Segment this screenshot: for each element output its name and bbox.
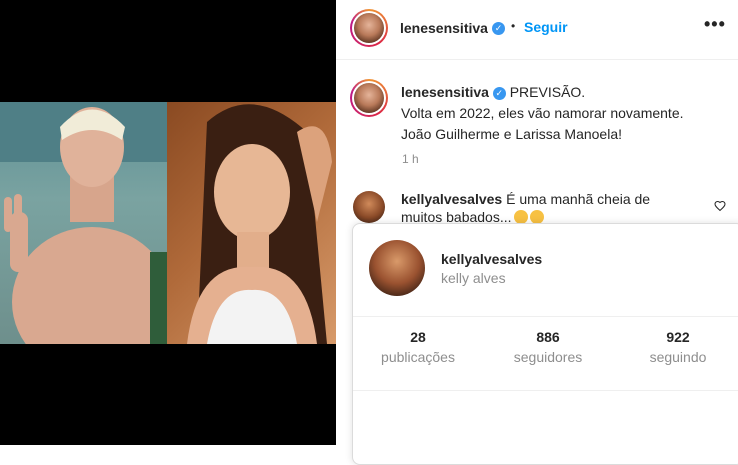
verified-badge-icon: ✓ — [492, 22, 505, 35]
profile-card-divider — [353, 316, 738, 317]
heart-icon[interactable] — [714, 200, 726, 212]
stat-following-label: seguindo — [649, 349, 707, 365]
stat-posts-label: publicações — [381, 349, 455, 365]
post-photo-left — [0, 102, 167, 344]
profile-card-avatar[interactable] — [369, 240, 425, 296]
profile-card-username[interactable]: kellyalvesalves — [441, 251, 542, 267]
caption-line1: PREVISÃO. — [509, 84, 586, 100]
profile-hover-card: kellyalvesalves kelly alves 28 publicaçõ… — [352, 223, 738, 465]
caption: lenesensitiva ✓ PREVISÃO. Volta em 2022,… — [401, 82, 726, 145]
comment-text-line1: É uma manhã cheia de — [506, 191, 651, 207]
comment-avatar[interactable] — [353, 191, 385, 223]
stat-followers-label: seguidores — [513, 349, 583, 365]
post-header: lenesensitiva ✓ • Seguir ••• — [336, 0, 738, 60]
comment: kellyalvesalves É uma manhã cheia de mui… — [401, 190, 691, 226]
caption-username[interactable]: lenesensitiva — [401, 84, 489, 100]
stat-following: 922 seguindo — [613, 329, 738, 365]
emoji-icon — [529, 210, 544, 224]
emoji-icon — [513, 210, 528, 224]
stat-followers: 886 seguidores — [483, 329, 613, 365]
post-media[interactable] — [0, 0, 336, 445]
header-username[interactable]: lenesensitiva — [400, 20, 488, 36]
follow-button[interactable]: Seguir — [524, 19, 568, 35]
caption-verified-icon: ✓ — [492, 86, 506, 100]
stat-following-value: 922 — [666, 329, 690, 345]
caption-avatar[interactable] — [350, 79, 388, 117]
profile-card-divider-bottom — [353, 390, 738, 391]
caption-line2: Volta em 2022, eles vão namorar novament… — [401, 105, 684, 121]
stat-posts-value: 28 — [410, 329, 426, 345]
header-separator: • — [511, 19, 516, 33]
profile-card-fullname: kelly alves — [441, 270, 506, 286]
post-photo-right — [167, 102, 336, 344]
caption-time: 1 h — [402, 152, 419, 166]
comment-username[interactable]: kellyalvesalves — [401, 191, 502, 207]
caption-line3: João Guilherme e Larissa Manoela! — [401, 126, 623, 142]
header-avatar[interactable] — [350, 9, 388, 47]
stat-followers-value: 886 — [536, 329, 560, 345]
stat-posts: 28 publicações — [353, 329, 483, 365]
person-right-illustration — [187, 104, 332, 344]
more-options-icon[interactable]: ••• — [704, 14, 726, 35]
person-left-illustration — [0, 102, 167, 344]
